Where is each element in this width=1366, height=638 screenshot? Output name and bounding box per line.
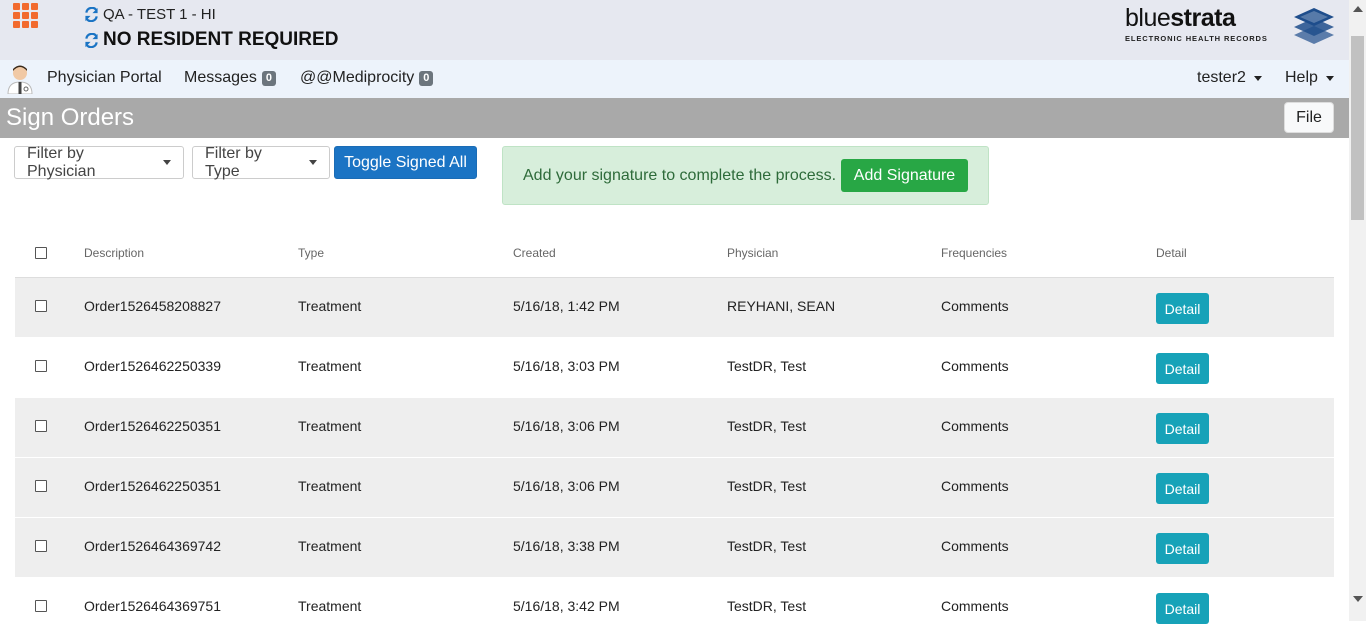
row-checkbox[interactable] [35, 540, 47, 552]
row-checkbox[interactable] [35, 360, 47, 372]
header-created: Created [513, 246, 556, 260]
detail-button[interactable]: Detail [1156, 353, 1209, 384]
top-header: QA - TEST 1 - HI NO RESIDENT REQUIRED bl… [0, 0, 1366, 60]
cell-frequencies: Comments [941, 598, 1009, 614]
physician-avatar-icon [7, 65, 33, 94]
facility-name: QA - TEST 1 - HI [103, 6, 216, 23]
caret-down-icon [309, 160, 317, 165]
caret-down-icon [163, 160, 171, 165]
page-title: Sign Orders [6, 104, 135, 131]
caret-down-icon [1325, 75, 1334, 81]
file-button[interactable]: File [1284, 102, 1334, 133]
table-header: Description Type Created Physician Frequ… [15, 232, 1334, 278]
cell-frequencies: Comments [941, 298, 1009, 314]
nav-mediprocity[interactable]: @@Mediprocity 0 [300, 69, 434, 87]
header-frequencies: Frequencies [941, 246, 1008, 260]
row-checkbox[interactable] [35, 600, 47, 612]
cell-type: Treatment [298, 538, 362, 554]
cell-created: 5/16/18, 3:06 PM [513, 418, 620, 434]
mediprocity-count-badge: 0 [419, 70, 434, 86]
header-physician: Physician [727, 246, 779, 260]
cell-description: Order1526462250339 [84, 358, 222, 374]
cell-description: Order1526464369751 [84, 598, 222, 614]
cell-frequencies: Comments [941, 358, 1009, 374]
cell-created: 5/16/18, 3:06 PM [513, 478, 620, 494]
cell-physician: TestDR, Test [727, 478, 807, 494]
cell-description: Order1526458208827 [84, 298, 222, 314]
vertical-scrollbar[interactable] [1349, 0, 1366, 621]
nav-messages[interactable]: Messages 0 [184, 69, 277, 87]
messages-count-badge: 0 [261, 70, 277, 86]
facility-selector[interactable]: QA - TEST 1 - HI [84, 6, 216, 23]
signature-alert: Add your signature to complete the proce… [502, 146, 989, 205]
filter-by-physician-dropdown[interactable]: Filter by Physician [14, 145, 184, 180]
cell-created: 5/16/18, 3:38 PM [513, 538, 620, 554]
cell-physician: TestDR, Test [727, 598, 807, 614]
filter-by-type-dropdown[interactable]: Filter by Type [192, 145, 330, 180]
sync-icon [85, 32, 98, 48]
row-checkbox[interactable] [35, 480, 47, 492]
scrollbar-thumb[interactable] [1351, 36, 1364, 220]
select-all-checkbox[interactable] [35, 247, 47, 259]
row-checkbox[interactable] [35, 420, 47, 432]
page-title-bar: Sign Orders [0, 98, 1350, 138]
signature-alert-text: Add your signature to complete the proce… [523, 167, 837, 184]
table-row: Order1526462250339 Treatment 5/16/18, 3:… [15, 338, 1334, 398]
table-row: Order1526458208827 Treatment 5/16/18, 1:… [15, 278, 1334, 338]
header-description: Description [84, 246, 145, 260]
detail-button[interactable]: Detail [1156, 533, 1209, 564]
table-row: Order1526464369751 Treatment 5/16/18, 3:… [15, 578, 1334, 638]
sync-icon [85, 7, 98, 22]
cell-created: 5/16/18, 1:42 PM [513, 298, 620, 314]
cell-physician: TestDR, Test [727, 358, 807, 374]
detail-button[interactable]: Detail [1156, 473, 1209, 504]
detail-button[interactable]: Detail [1156, 413, 1209, 444]
help-menu[interactable]: Help [1285, 69, 1334, 87]
cell-frequencies: Comments [941, 538, 1009, 554]
cell-created: 5/16/18, 3:03 PM [513, 358, 620, 374]
cell-frequencies: Comments [941, 418, 1009, 434]
row-checkbox[interactable] [35, 300, 47, 312]
add-signature-button[interactable]: Add Signature [841, 159, 968, 192]
user-menu[interactable]: tester2 [1197, 69, 1262, 87]
table-row: Order1526462250351 Treatment 5/16/18, 3:… [15, 398, 1334, 458]
resident-name: NO RESIDENT REQUIRED [103, 29, 339, 50]
cell-frequencies: Comments [941, 478, 1009, 494]
cell-physician: TestDR, Test [727, 538, 807, 554]
cell-type: Treatment [298, 478, 362, 494]
detail-button[interactable]: Detail [1156, 593, 1209, 624]
cell-physician: REYHANI, SEAN [727, 298, 836, 314]
toggle-signed-all-button[interactable]: Toggle Signed All [334, 146, 477, 179]
cell-description: Order1526462250351 [84, 478, 222, 494]
cell-physician: TestDR, Test [727, 418, 807, 434]
header-type: Type [298, 246, 325, 260]
bluestrata-logo: bluestrata ELECTRONIC HEALTH RECORDS [1122, 4, 1338, 44]
nav-bar: Physician Portal Messages 0 @@Mediprocit… [0, 60, 1366, 98]
detail-button[interactable]: Detail [1156, 293, 1209, 324]
nav-physician-portal[interactable]: Physician Portal [47, 69, 162, 87]
cell-type: Treatment [298, 598, 362, 614]
table-row: Order1526462250351 Treatment 5/16/18, 3:… [15, 458, 1334, 518]
header-detail: Detail [1156, 246, 1187, 260]
cell-created: 5/16/18, 3:42 PM [513, 598, 620, 614]
cell-type: Treatment [298, 298, 362, 314]
resident-selector[interactable]: NO RESIDENT REQUIRED [84, 29, 338, 51]
caret-down-icon [1253, 75, 1262, 81]
table-row: Order1526464369742 Treatment 5/16/18, 3:… [15, 518, 1334, 578]
apps-grid-icon[interactable] [13, 3, 40, 30]
orders-table: Description Type Created Physician Frequ… [15, 232, 1334, 638]
cell-type: Treatment [298, 358, 362, 374]
cell-type: Treatment [298, 418, 362, 434]
stack-logo-icon [1294, 8, 1334, 44]
scroll-down-arrow-icon[interactable] [1353, 596, 1363, 602]
cell-description: Order1526462250351 [84, 418, 222, 434]
cell-description: Order1526464369742 [84, 538, 222, 554]
scroll-up-arrow-icon[interactable] [1353, 6, 1363, 12]
